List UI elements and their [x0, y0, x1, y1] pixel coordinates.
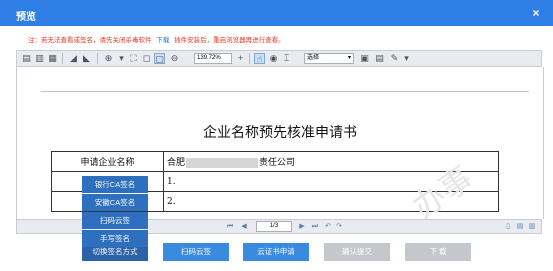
- page-top-border: [41, 91, 529, 92]
- chevron-down-icon[interactable]: ▾: [116, 53, 127, 64]
- fit-page-icon[interactable]: ⛶: [128, 53, 139, 64]
- document-icon[interactable]: ▤: [374, 53, 385, 64]
- toolbar-divider: [249, 53, 250, 64]
- page-number-input[interactable]: 1/3: [256, 221, 292, 232]
- download-plugin-link[interactable]: 下载: [156, 37, 169, 44]
- toolbar-divider: [97, 53, 98, 64]
- preview-dialog: 预览 × 注：若无法查看或签名，请先关闭杀毒软件 下载 插件安装后，重启浏览器再…: [0, 0, 553, 271]
- continuous-page-icon[interactable]: ▤: [515, 221, 525, 232]
- cloud-cert-button[interactable]: 云证书申请: [243, 243, 309, 261]
- hand-tool-icon[interactable]: ☝: [254, 53, 265, 64]
- next-page-icon[interactable]: ▶: [297, 221, 307, 232]
- notice-text-after: 插件安装后，重启浏览器再进行查看。: [174, 37, 285, 44]
- two-page-icon[interactable]: ▥: [527, 221, 537, 232]
- prev-page-icon[interactable]: ◀: [239, 221, 249, 232]
- actual-size-icon[interactable]: ▢: [154, 53, 165, 64]
- zoom-in-icon[interactable]: ⊕: [103, 53, 114, 64]
- chevron-down-icon: ▾: [347, 55, 351, 61]
- first-page-icon[interactable]: ⏮: [225, 221, 235, 232]
- download-button[interactable]: 下 载: [405, 243, 471, 261]
- notice-text: 注：若无法查看或签名，请先关闭杀毒软件: [28, 37, 152, 44]
- zoom-input[interactable]: 139.72%: [194, 53, 232, 64]
- close-icon[interactable]: ×: [529, 6, 543, 20]
- mode-select[interactable]: 选择 ▾: [304, 53, 354, 64]
- forward-icon[interactable]: ↷: [334, 221, 344, 232]
- scan-sign-button[interactable]: 扫码云签: [163, 243, 229, 261]
- page-view-icon[interactable]: ▣: [359, 53, 370, 64]
- chevron-down-icon[interactable]: ▾: [401, 53, 412, 64]
- rotate-left-icon[interactable]: ◢: [68, 53, 79, 64]
- zoom-plus-icon[interactable]: +: [235, 53, 246, 64]
- last-page-icon[interactable]: ⏭: [310, 221, 320, 232]
- back-icon[interactable]: ↶: [323, 221, 333, 232]
- toolbar-divider: [62, 53, 63, 64]
- signature-method-menu: 银行CA签名 安徽CA签名 扫码云签 手写签名: [82, 176, 148, 248]
- zoom-out-icon[interactable]: ⊖: [169, 53, 180, 64]
- company-name-prefix: 合肥: [167, 158, 186, 168]
- copy-icon[interactable]: ▥: [34, 53, 45, 64]
- dialog-title: 预览: [16, 12, 36, 23]
- table-label: 申请企业名称: [51, 151, 164, 172]
- mode-select-value: 选择: [307, 55, 320, 61]
- print-icon[interactable]: ▦: [47, 53, 58, 64]
- redacted-text: [186, 157, 259, 168]
- plugin-notice: 注：若无法查看或签名，请先关闭杀毒软件 下载 插件安装后，重启浏览器再进行查看。: [28, 34, 548, 46]
- menu-item-anhui-ca[interactable]: 安徽CA签名: [82, 194, 148, 211]
- pdf-toolbar: ▤ ▥ ▦ ◢ ◣ ⊕ ▾ ⛶ ◻ ▢ ⊖ 139.72% + ☝ ◉ ⌶ 选择…: [16, 50, 542, 67]
- signature-icon[interactable]: ✎: [389, 53, 400, 64]
- menu-item-scan-sign[interactable]: 扫码云签: [82, 212, 148, 229]
- menu-item-bank-ca[interactable]: 银行CA签名: [82, 176, 148, 193]
- save-icon[interactable]: ▤: [21, 53, 32, 64]
- fit-width-icon[interactable]: ◻: [141, 53, 152, 64]
- document-title: 企业名称预先核准申请书: [203, 125, 357, 141]
- snapshot-icon[interactable]: ◉: [268, 53, 279, 64]
- menu-item-handwritten[interactable]: 手写签名: [82, 230, 148, 247]
- rotate-right-icon[interactable]: ◣: [81, 53, 92, 64]
- company-name-suffix: 责任公司: [259, 158, 296, 168]
- single-page-icon[interactable]: ▯: [503, 221, 513, 232]
- select-text-icon[interactable]: ⌶: [281, 53, 292, 64]
- confirm-submit-button[interactable]: 确认提交: [324, 243, 390, 261]
- dialog-titlebar: 预览 ×: [0, 0, 553, 26]
